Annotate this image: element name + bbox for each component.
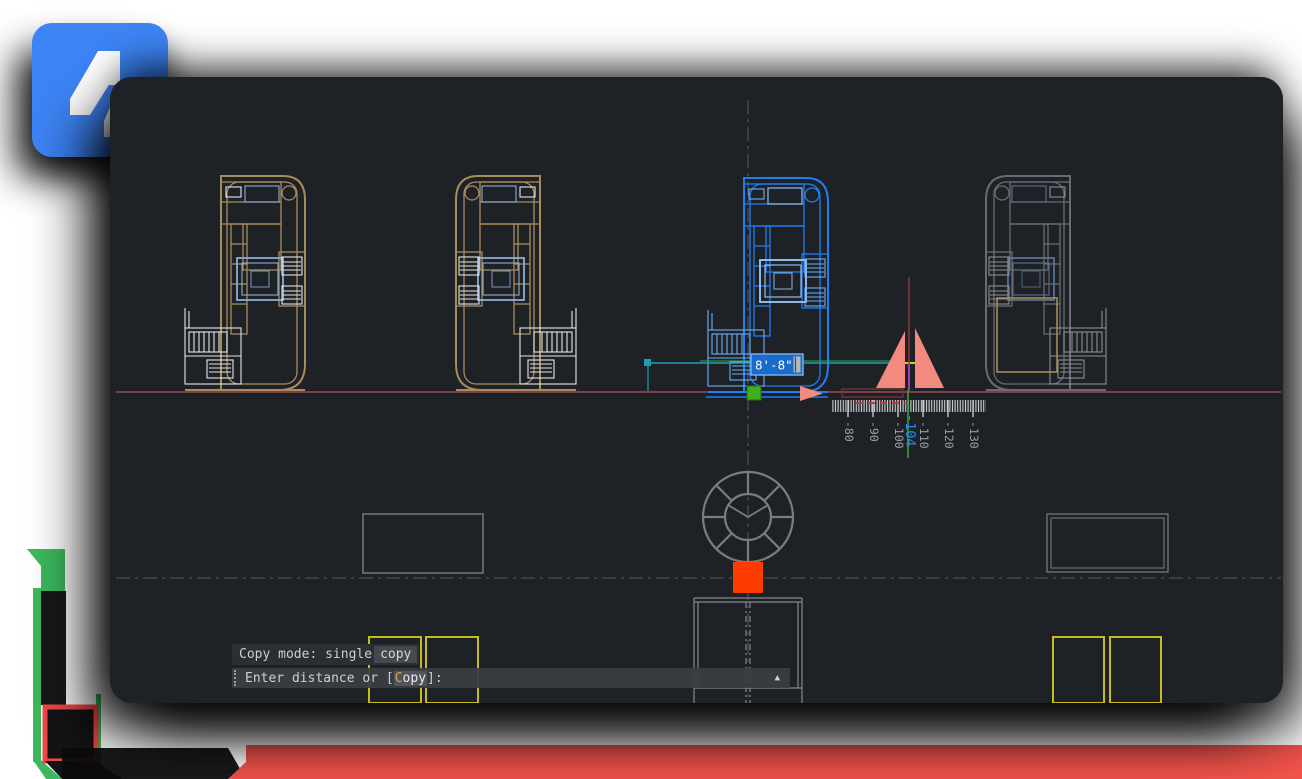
orange-marker[interactable]	[733, 562, 763, 593]
machine-elevation-4[interactable]	[986, 176, 1106, 390]
cad-drawing: -80 -90 -100 -110 -120 -130 -104 8'-8"	[110, 77, 1283, 703]
ruler-label: -80	[842, 421, 856, 442]
distance-ruler: -80 -90 -100 -110 -120 -130 -104	[832, 390, 986, 458]
ruler-cursor-value: -104	[902, 414, 918, 447]
bottom-shadow-shape	[45, 761, 122, 779]
command-prompt-suffix: ]:	[427, 671, 443, 686]
command-option-copy[interactable]: Copy	[394, 671, 427, 686]
machine-elevation-2[interactable]	[456, 176, 576, 390]
direction-triangle-right	[915, 328, 944, 388]
ruler-label: -90	[867, 421, 881, 442]
ground-detail-rect	[842, 389, 903, 397]
cad-viewport[interactable]: -80 -90 -100 -110 -120 -130 -104 8'-8"	[110, 77, 1283, 703]
command-history-text: Copy mode: single	[239, 647, 372, 662]
green-arrow-foot	[33, 760, 62, 779]
command-history-chip: copy	[374, 646, 417, 663]
insertion-grip[interactable]	[747, 386, 761, 400]
dimension-start-marker	[644, 359, 651, 366]
marketing-stage: -80 -90 -100 -110 -120 -130 -104 8'-8"	[0, 0, 1302, 779]
dimension-value: 8'-8"	[755, 358, 793, 373]
green-arrow-shadow-column	[41, 591, 66, 705]
red-arrow-bar	[228, 745, 1302, 779]
plan-rectangle-left	[363, 514, 483, 573]
command-bar-drag-handle[interactable]	[234, 670, 239, 686]
direction-triangle-left	[876, 331, 905, 388]
wheel-plan-symbol[interactable]	[703, 472, 793, 562]
command-option-rest: opy	[403, 671, 426, 686]
machine-elevation-1[interactable]	[185, 176, 305, 390]
plan-rectangle-right-outer	[1047, 514, 1168, 572]
command-history-expand-button[interactable]: ▲	[775, 673, 780, 683]
dimension-input[interactable]: 8'-8"	[751, 354, 803, 375]
red-outline-square	[45, 707, 96, 761]
command-history-row: Copy mode: singlecopy	[232, 644, 419, 665]
green-arrow-shaft	[33, 588, 41, 762]
command-option-hotkey: C	[395, 671, 403, 686]
ruler-label: -130	[967, 421, 981, 449]
machine-4-tan-frame	[997, 298, 1057, 372]
command-input-row[interactable]: Enter distance or [Copy]: ▲	[232, 668, 790, 688]
command-prompt-text: Enter distance or [	[245, 671, 394, 686]
bottom-shadow-bar	[62, 748, 246, 779]
plan-rectangle-right-inner	[1051, 518, 1164, 568]
ruler-label: -120	[942, 421, 956, 449]
ruler-label: -110	[917, 421, 931, 449]
green-arrow-flag	[27, 549, 65, 591]
green-arrow-segment	[96, 694, 101, 764]
